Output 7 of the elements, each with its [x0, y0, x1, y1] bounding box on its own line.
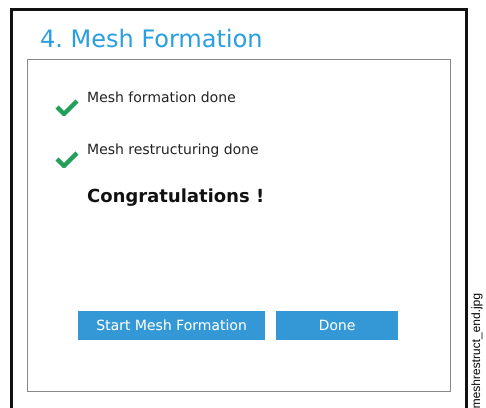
congratulations-message: Congratulations !	[87, 186, 266, 207]
dialog-title: 4. Mesh Formation	[39, 24, 264, 55]
step-label: Mesh restructuring done	[87, 142, 259, 158]
done-button[interactable]: Done	[276, 311, 398, 340]
start-mesh-formation-button[interactable]: Start Mesh Formation	[78, 311, 265, 340]
step-label: Mesh formation done	[87, 90, 236, 106]
file-caption: meshrestruct_end.jpg	[469, 292, 483, 408]
